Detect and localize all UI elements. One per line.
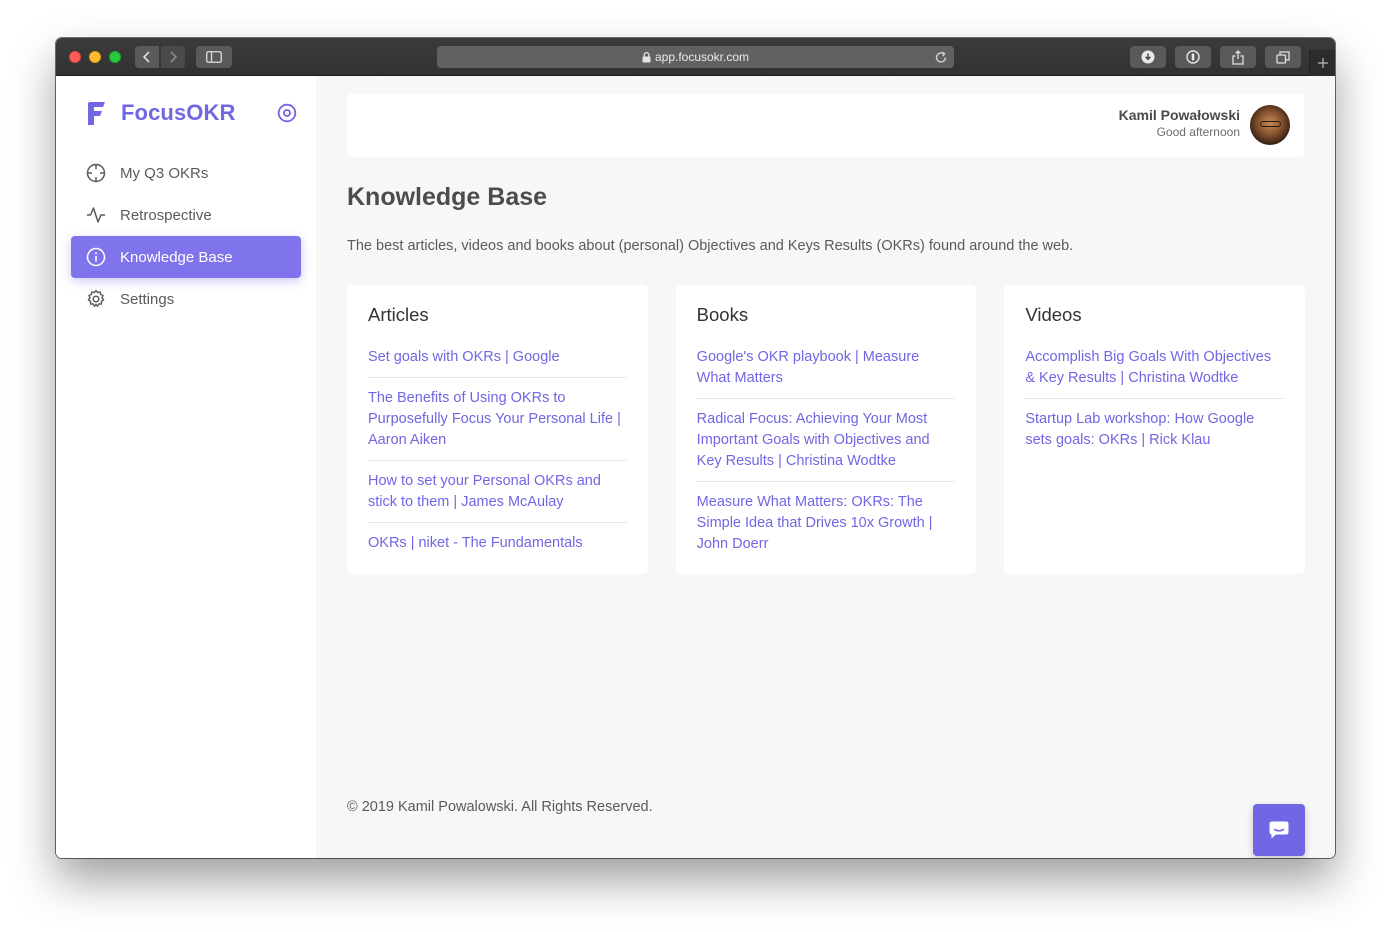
book-link[interactable]: Radical Focus: Achieving Your Most Impor… [696,399,956,482]
main-content: Kamil Powałowski Good afternoon Knowledg… [347,76,1306,858]
article-link[interactable]: How to set your Personal OKRs and stick … [368,461,627,523]
forward-button[interactable] [161,46,185,68]
card-books: Books Google's OKR playbook | Measure Wh… [675,285,977,574]
sidebar-item-label: Settings [120,290,175,308]
browser-window: app.focusokr.com FocusOKR My Q3 OKRs Ret… [56,38,1335,858]
sidebar-item-label: Knowledge Base [120,248,233,266]
chat-button[interactable] [1253,804,1305,856]
download-icon [1141,50,1155,64]
share-button[interactable] [1220,46,1256,68]
greeting: Good afternoon [1156,125,1240,139]
info-icon [85,246,107,268]
card-link-list: Set goals with OKRs | Google The Benefit… [368,337,627,563]
address-bar[interactable]: app.focusokr.com [437,46,954,68]
close-window-button[interactable] [69,51,81,63]
article-link[interactable]: OKRs | niket - The Fundamentals [368,523,627,563]
zoom-window-button[interactable] [109,51,121,63]
brand-name: FocusOKR [121,100,236,125]
plus-icon [1317,58,1328,68]
chevron-right-icon [170,51,178,63]
video-link[interactable]: Accomplish Big Goals With Objectives & K… [1025,337,1285,399]
lock-icon [642,51,651,62]
crosshair-icon [85,162,107,184]
focusokr-logo-icon [88,101,105,125]
sidebar-item-label: My Q3 OKRs [120,164,209,182]
password-icon [1186,50,1200,64]
sidebar-nav: My Q3 OKRs Retrospective Knowledge Base [71,152,301,320]
gear-icon [85,288,107,310]
history-nav [135,46,185,68]
page-description: The best articles, videos and books abou… [347,238,1074,254]
sidebar-item-my-q3-okrs[interactable]: My Q3 OKRs [71,152,301,194]
card-link-list: Accomplish Big Goals With Objectives & K… [1025,337,1285,460]
avatar[interactable] [1250,105,1290,145]
card-title: Articles [368,304,429,325]
activity-icon [85,204,107,226]
browser-toolbar: app.focusokr.com [56,38,1335,76]
downloads-button[interactable] [1130,46,1166,68]
sidebar-item-retrospective[interactable]: Retrospective [71,194,301,236]
card-title: Videos [1025,304,1082,325]
video-link[interactable]: Startup Lab workshop: How Google sets go… [1025,399,1284,460]
user-name: Kamil Powałowski [1118,107,1240,123]
url-text: app.focusokr.com [654,50,750,64]
avatar-glasses [1260,121,1281,127]
page-title: Knowledge Base [347,183,548,211]
target-icon[interactable] [277,103,297,123]
article-link[interactable]: Set goals with OKRs | Google [368,337,627,378]
chat-bubble-icon [1269,821,1289,839]
resource-cards: Articles Set goals with OKRs | Google Th… [347,285,1306,574]
sidebar-item-settings[interactable]: Settings [71,278,301,320]
sidebar-item-knowledge-base[interactable]: Knowledge Base [71,236,301,278]
card-videos: Videos Accomplish Big Goals With Objecti… [1004,285,1306,574]
card-title: Books [696,304,749,325]
password-manager-button[interactable] [1175,46,1211,68]
new-tab-button[interactable] [1309,50,1335,76]
card-articles: Articles Set goals with OKRs | Google Th… [347,285,648,574]
sidebar-icon [206,51,222,63]
tabs-icon [1276,50,1290,64]
sidebar: FocusOKR My Q3 OKRs Retrospective Knowle… [56,76,316,858]
chevron-left-icon [142,51,150,63]
reload-icon[interactable] [934,49,948,65]
article-link[interactable]: The Benefits of Using OKRs to Purposeful… [368,378,627,461]
back-button[interactable] [135,46,159,68]
book-link[interactable]: Google's OKR playbook | Measure What Mat… [696,337,956,399]
share-icon [1232,49,1244,65]
tab-overview-button[interactable] [1265,46,1301,68]
footer-copyright: © 2019 Kamil Powalowski. All Rights Rese… [347,799,653,815]
sidebar-toggle-button[interactable] [196,46,232,68]
card-link-list: Google's OKR playbook | Measure What Mat… [696,337,956,564]
brand[interactable]: FocusOKR [86,98,235,128]
user-info[interactable]: Kamil Powałowski Good afternoon [1119,107,1240,139]
sidebar-item-label: Retrospective [120,206,212,224]
top-bar: Kamil Powałowski Good afternoon [347,94,1304,157]
book-link[interactable]: Measure What Matters: OKRs: The Simple I… [697,482,956,564]
app-page: FocusOKR My Q3 OKRs Retrospective Knowle… [56,76,1335,858]
minimize-window-button[interactable] [89,51,101,63]
